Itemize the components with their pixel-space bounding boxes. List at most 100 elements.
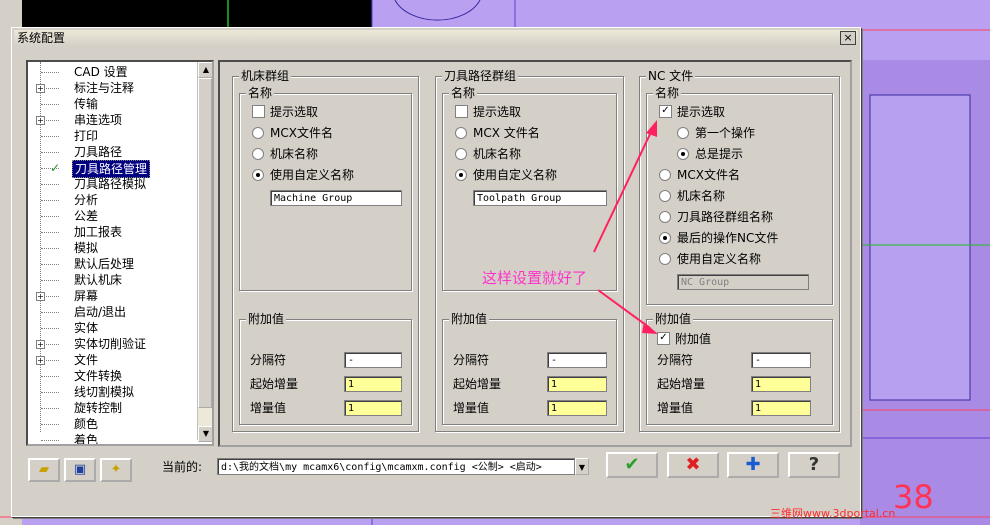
machine-prompt-checkbox[interactable]: 提示选取: [252, 104, 318, 120]
tree-item[interactable]: 传输: [28, 96, 196, 112]
settings-tree[interactable]: ▲ ▼ CAD 设置 + 标注与注释 传输 + 串连选项 打印 刀具路径 ✓ 刀具路径管理 刀具路径…: [26, 60, 214, 446]
apply-button[interactable]: ✚: [727, 452, 779, 478]
toolpath-sep-input[interactable]: -: [547, 352, 607, 368]
tree-item[interactable]: CAD 设置: [28, 64, 196, 80]
scroll-up-button[interactable]: ▲: [198, 62, 212, 78]
nc-custom-name-input[interactable]: NC Group: [677, 274, 809, 290]
nc-prompt-checkbox[interactable]: ✓ 提示选取: [659, 104, 725, 120]
nc-opt-custom[interactable]: 使用自定义名称: [659, 251, 761, 267]
machine-start-label: 起始增量: [250, 377, 299, 391]
toolpath-prompt-checkbox[interactable]: 提示选取: [455, 104, 521, 120]
tree-item[interactable]: 着色: [28, 432, 196, 444]
tree-item[interactable]: 实体: [28, 320, 196, 336]
tree-item[interactable]: 文件转换: [28, 368, 196, 384]
expand-icon[interactable]: +: [36, 356, 45, 365]
nc-inc-input[interactable]: 1: [751, 400, 811, 416]
machine-sep-input[interactable]: -: [344, 352, 402, 368]
expand-icon[interactable]: +: [36, 340, 45, 349]
toolpath-inc-input[interactable]: 1: [547, 400, 607, 416]
tree-item[interactable]: 启动/退出: [28, 304, 196, 320]
tree-item-label: 旋转控制: [74, 401, 123, 415]
tree-item[interactable]: + 标注与注释: [28, 80, 196, 96]
nc-inc-label: 增量值: [657, 401, 694, 415]
machine-custom-name-input[interactable]: Machine Group: [270, 190, 402, 206]
tree-item-label: 文件转换: [74, 369, 123, 383]
current-label: 当前的:: [162, 460, 203, 474]
tree-item[interactable]: 默认机床: [28, 272, 196, 288]
scroll-thumb[interactable]: [198, 78, 212, 408]
expand-icon[interactable]: +: [36, 84, 45, 93]
nc-sep-input[interactable]: -: [751, 352, 811, 368]
ok-button[interactable]: ✔: [606, 452, 658, 478]
tree-item-label: 刀具路径模拟: [74, 177, 147, 191]
tree-item[interactable]: ✓ 刀具路径管理: [28, 160, 196, 178]
tree-item[interactable]: 线切割模拟: [28, 384, 196, 400]
nc-sub-first-op[interactable]: 第一个操作: [677, 125, 755, 141]
nc-addon-title: 附加值: [653, 312, 694, 326]
scroll-down-button[interactable]: ▼: [198, 426, 212, 442]
help-button[interactable]: ?: [788, 452, 840, 478]
toolpath-opt-machine[interactable]: 机床名称: [455, 146, 521, 162]
chevron-down-icon[interactable]: ▼: [575, 458, 589, 475]
new-config-button[interactable]: ✦: [100, 458, 132, 482]
tree-item[interactable]: 分析: [28, 192, 196, 208]
toolpath-opt-custom[interactable]: 使用自定义名称: [455, 167, 557, 183]
toolpath-group-title: 刀具路径群组: [442, 69, 519, 83]
toolpath-start-input[interactable]: 1: [547, 376, 607, 392]
tree-connector: [41, 312, 59, 313]
config-path-select[interactable]: d:\我的文档\my mcamx6\config\mcamxm.config <…: [217, 458, 575, 475]
toolpath-opt-mcx-label: MCX 文件名: [473, 126, 540, 140]
toolpath-start-label: 起始增量: [453, 377, 502, 391]
machine-inc-input[interactable]: 1: [344, 400, 402, 416]
nc-opt-last-op[interactable]: 最后的操作NC文件: [659, 230, 778, 246]
tree-item[interactable]: + 文件: [28, 352, 196, 368]
radio: [455, 126, 467, 139]
toolpath-opt-mcx[interactable]: MCX 文件名: [455, 125, 540, 141]
nc-opt-mcx[interactable]: MCX文件名: [659, 167, 740, 183]
machine-opt-custom[interactable]: 使用自定义名称: [252, 167, 354, 183]
tree-item[interactable]: 旋转控制: [28, 400, 196, 416]
expand-icon[interactable]: +: [36, 292, 45, 301]
nc-addon-checkbox[interactable]: ✓ 附加值: [657, 331, 711, 347]
close-button[interactable]: ×: [840, 31, 856, 45]
machine-opt-machine[interactable]: 机床名称: [252, 146, 318, 162]
save-button[interactable]: ▣: [64, 458, 96, 482]
tree-connector: [41, 248, 59, 249]
toolpath-name-title: 名称: [449, 86, 478, 100]
nc-sub-always-prompt[interactable]: 总是提示: [677, 146, 743, 162]
nc-opt-machine[interactable]: 机床名称: [659, 188, 725, 204]
tree-item[interactable]: + 串连选项: [28, 112, 196, 128]
nc-addon-box: 附加值 ✓ 附加值 分隔符 - 起始增量 1 增量值 1: [646, 312, 833, 425]
toolpath-addon-box: 附加值 分隔符 - 起始增量 1 增量值 1: [442, 312, 617, 425]
cancel-button[interactable]: ✖: [667, 452, 719, 478]
nc-start-input[interactable]: 1: [751, 376, 811, 392]
toolpath-custom-name-input[interactable]: Toolpath Group: [473, 190, 607, 206]
tree-connector: [41, 280, 59, 281]
dialog-titlebar[interactable]: 系统配置 ×: [14, 30, 858, 46]
tree-item-label: 模拟: [74, 241, 99, 255]
tree-item[interactable]: 打印: [28, 128, 196, 144]
machine-group-box: 机床群组 名称 提示选取 MCX文件名 机床名称 使用自定义名称 Machine…: [232, 69, 419, 432]
tree-connector: [41, 408, 59, 409]
tree-item[interactable]: 模拟: [28, 240, 196, 256]
open-folder-button[interactable]: ▰: [28, 458, 60, 482]
tree-item[interactable]: 公差: [28, 208, 196, 224]
tree-item[interactable]: + 实体切削验证: [28, 336, 196, 352]
toolpath-group-box: 刀具路径群组 名称 提示选取 MCX 文件名 机床名称 使用自定义名称 Tool…: [435, 69, 624, 432]
tree-item[interactable]: 加工报表: [28, 224, 196, 240]
site-watermark: 三维网www.3dportal.cn: [770, 507, 896, 520]
tree-item[interactable]: 刀具路径: [28, 144, 196, 160]
tree-item[interactable]: + 屏幕: [28, 288, 196, 304]
toolpath-name-box: 名称 提示选取 MCX 文件名 机床名称 使用自定义名称 Toolpath Gr…: [442, 86, 617, 291]
radio-selected: [677, 147, 689, 160]
machine-start-input[interactable]: 1: [344, 376, 402, 392]
tree-connector: [41, 136, 59, 137]
machine-opt-mcx[interactable]: MCX文件名: [252, 125, 333, 141]
tree-item[interactable]: 刀具路径模拟: [28, 176, 196, 192]
tree-scrollbar[interactable]: ▲ ▼: [197, 62, 212, 442]
system-config-dialog: 系统配置 × ▲ ▼ CAD 设置 + 标注与注释 传输 + 串连选项 打印 刀具路径 ✓ 刀具路…: [11, 27, 861, 517]
nc-opt-toolpath-group[interactable]: 刀具路径群组名称: [659, 209, 773, 225]
tree-item[interactable]: 默认后处理: [28, 256, 196, 272]
expand-icon[interactable]: +: [36, 116, 45, 125]
tree-item[interactable]: 颜色: [28, 416, 196, 432]
